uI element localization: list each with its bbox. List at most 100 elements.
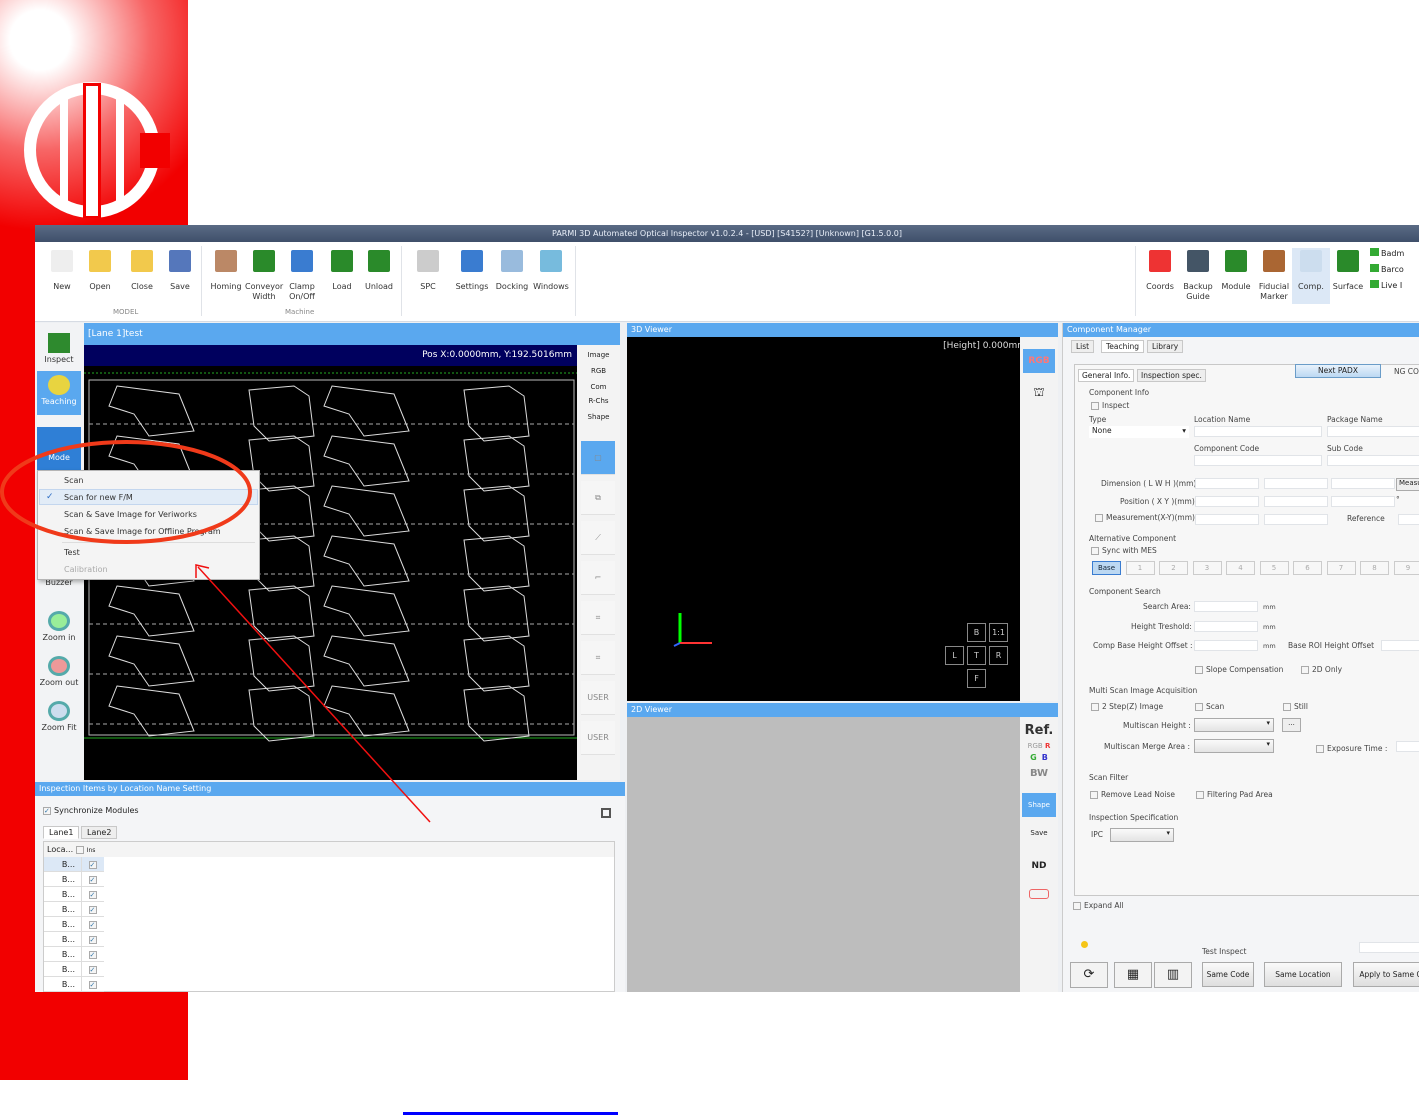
table-row[interactable]: B... ✓ [44, 917, 104, 932]
inspect-checkbox[interactable]: Inspect [1091, 401, 1129, 410]
sync-mes-checkbox[interactable]: Sync with MES [1091, 546, 1157, 555]
ribbon-new-button[interactable]: New [43, 248, 81, 292]
teaching-button[interactable]: Teaching [37, 371, 81, 415]
crop-shape-tool[interactable]: ⌗ [581, 641, 615, 675]
ribbon-open-button[interactable]: Open [81, 248, 119, 292]
inspect-checkbox[interactable]: ✓ [88, 980, 97, 989]
zoom-out-button[interactable]: Zoom out [37, 652, 81, 687]
view-button-r[interactable]: R [989, 646, 1008, 665]
position-input-0[interactable] [1195, 496, 1259, 507]
measurement-input-0[interactable] [1195, 514, 1259, 525]
ipc-select[interactable]: ▾ [1110, 828, 1174, 842]
table-row[interactable]: B... ✓ [44, 932, 104, 947]
size-icon[interactable]: ▦ [1114, 962, 1152, 988]
next-padx-button[interactable]: Next PADX [1295, 364, 1381, 378]
zoom-fit-button[interactable]: Zoom Fit [37, 697, 81, 732]
location-name-input[interactable] [1194, 426, 1322, 437]
view-button-1-1[interactable]: 1:1 [989, 623, 1008, 642]
table-row[interactable]: B... ✓ [44, 977, 104, 992]
inspect-button[interactable]: Inspect [37, 329, 81, 364]
ribbon-coords-button[interactable]: Coords [1141, 248, 1179, 292]
ribbon-backup-guide-button[interactable]: Backup Guide [1179, 248, 1217, 302]
ribbon-small-item[interactable]: Barco [1370, 264, 1404, 274]
ribbon-small-item[interactable]: Badm [1370, 248, 1404, 258]
scan-checkbox[interactable]: Scan [1195, 702, 1224, 711]
measurement-checkbox[interactable]: Measurement(X-Y)(mm) [1095, 513, 1195, 522]
remove-lead-noise-checkbox[interactable]: Remove Lead Noise [1090, 790, 1175, 799]
dimension-input-2[interactable] [1331, 478, 1395, 489]
alt-button-6[interactable]: 6 [1293, 561, 1322, 575]
alt-button-2[interactable]: 2 [1159, 561, 1188, 575]
inspect-checkbox[interactable]: ✓ [88, 890, 97, 899]
reference-input[interactable] [1398, 514, 1419, 525]
sub-code-input[interactable] [1327, 455, 1419, 466]
multi-shape-tool[interactable]: ⌗ [581, 601, 615, 635]
ribbon-conveyor-width-button[interactable]: Conveyor Width [245, 248, 283, 302]
same-location-button[interactable]: Same Location [1264, 962, 1342, 987]
height-threshold-input[interactable] [1194, 621, 1258, 632]
dimension-input-1[interactable] [1264, 478, 1328, 489]
ribbon-settings-button[interactable]: Settings [453, 248, 491, 292]
user-tool-2[interactable]: USER [581, 721, 615, 755]
slope-compensation-checkbox[interactable]: Slope Compensation [1195, 665, 1283, 674]
same-code-button[interactable]: Same Code [1202, 962, 1254, 987]
multiscan-height-select[interactable]: ▾ [1194, 718, 1274, 732]
test-inspect-input[interactable] [1359, 942, 1419, 953]
inspect-checkbox[interactable]: ✓ [88, 950, 97, 959]
ribbon-homing-button[interactable]: Homing [207, 248, 245, 292]
ribbon-close-button[interactable]: Close [123, 248, 161, 292]
base-roi-input[interactable] [1381, 640, 1419, 651]
merge-area-select[interactable]: ▾ [1194, 739, 1274, 753]
still-checkbox[interactable]: Still [1283, 702, 1308, 711]
package-name-input[interactable] [1327, 426, 1419, 437]
refresh-icon[interactable]: ⟳ [1070, 962, 1108, 988]
rgb-button[interactable]: RGB [1023, 349, 1055, 373]
synchronize-modules-checkbox[interactable]: ✓ Synchronize Modules [43, 806, 139, 815]
save-button[interactable]: Save [1020, 829, 1058, 837]
ref-button[interactable]: Ref. [1020, 723, 1058, 738]
ribbon-clamp-on-off-button[interactable]: Clamp On/Off [283, 248, 321, 302]
table-row[interactable]: B... ✓ [44, 872, 104, 887]
dimension-input-0[interactable] [1195, 478, 1259, 489]
2d-only-checkbox[interactable]: 2D Only [1301, 665, 1342, 674]
inspect-checkbox[interactable]: ✓ [88, 920, 97, 929]
view-button-f[interactable]: F [967, 669, 986, 688]
tab-library[interactable]: Library [1147, 340, 1184, 353]
ribbon-unload-button[interactable]: Unload [360, 248, 398, 292]
component-code-input[interactable] [1194, 455, 1322, 466]
inspect-checkbox[interactable]: ✓ [88, 965, 97, 974]
menu-item-test[interactable]: Test [64, 548, 80, 557]
zoom-in-button[interactable]: Zoom in [37, 607, 81, 642]
view-button-l[interactable]: L [945, 646, 964, 665]
shape-button[interactable]: Shape [1022, 793, 1056, 817]
exposure-time-input[interactable] [1396, 741, 1419, 752]
ribbon-load-button[interactable]: Load [323, 248, 361, 292]
ribbon-module-button[interactable]: Module [1217, 248, 1255, 292]
table-row[interactable]: B... ✓ [44, 902, 104, 917]
alt-button-base[interactable]: Base [1092, 561, 1121, 575]
ribbon-surface-button[interactable]: Surface [1329, 248, 1367, 292]
ribbon-windows-button[interactable]: Windows [532, 248, 570, 292]
b-channel-button[interactable]: B [1042, 753, 1048, 762]
ribbon-docking-button[interactable]: Docking [493, 248, 531, 292]
g-channel-button[interactable]: G [1030, 753, 1037, 762]
table-row[interactable]: B... ✓ [44, 962, 104, 977]
ribbon-comp-button[interactable]: Comp. [1292, 248, 1330, 304]
menu-item-scan-new-fm[interactable]: Scan for new F/M [64, 493, 133, 502]
alt-button-8[interactable]: 8 [1360, 561, 1389, 575]
exposure-time-checkbox[interactable]: Exposure Time : [1316, 744, 1387, 753]
inspect-checkbox[interactable]: ✓ [88, 875, 97, 884]
rect-rotate-tool[interactable]: ⧉ [581, 481, 615, 515]
tab-lane1[interactable]: Lane1 [43, 826, 80, 839]
nd-button[interactable]: ND [1020, 861, 1058, 871]
comp-base-input[interactable] [1194, 640, 1258, 651]
layout-icon[interactable]: ▥ [1154, 962, 1192, 988]
inspect-checkbox[interactable]: ✓ [88, 860, 97, 869]
tab-lane2[interactable]: Lane2 [81, 826, 118, 839]
r-channel-button[interactable]: R [1045, 742, 1050, 750]
rect-shape-tool[interactable]: ▢ [581, 441, 615, 475]
two-step-checkbox[interactable]: 2 Step(Z) Image [1091, 702, 1163, 711]
menu-item-scan-save-offline[interactable]: Scan & Save Image for Offline Program [64, 527, 221, 536]
table-row[interactable]: B... ✓ [44, 857, 104, 872]
measurement-input-1[interactable] [1264, 514, 1328, 525]
